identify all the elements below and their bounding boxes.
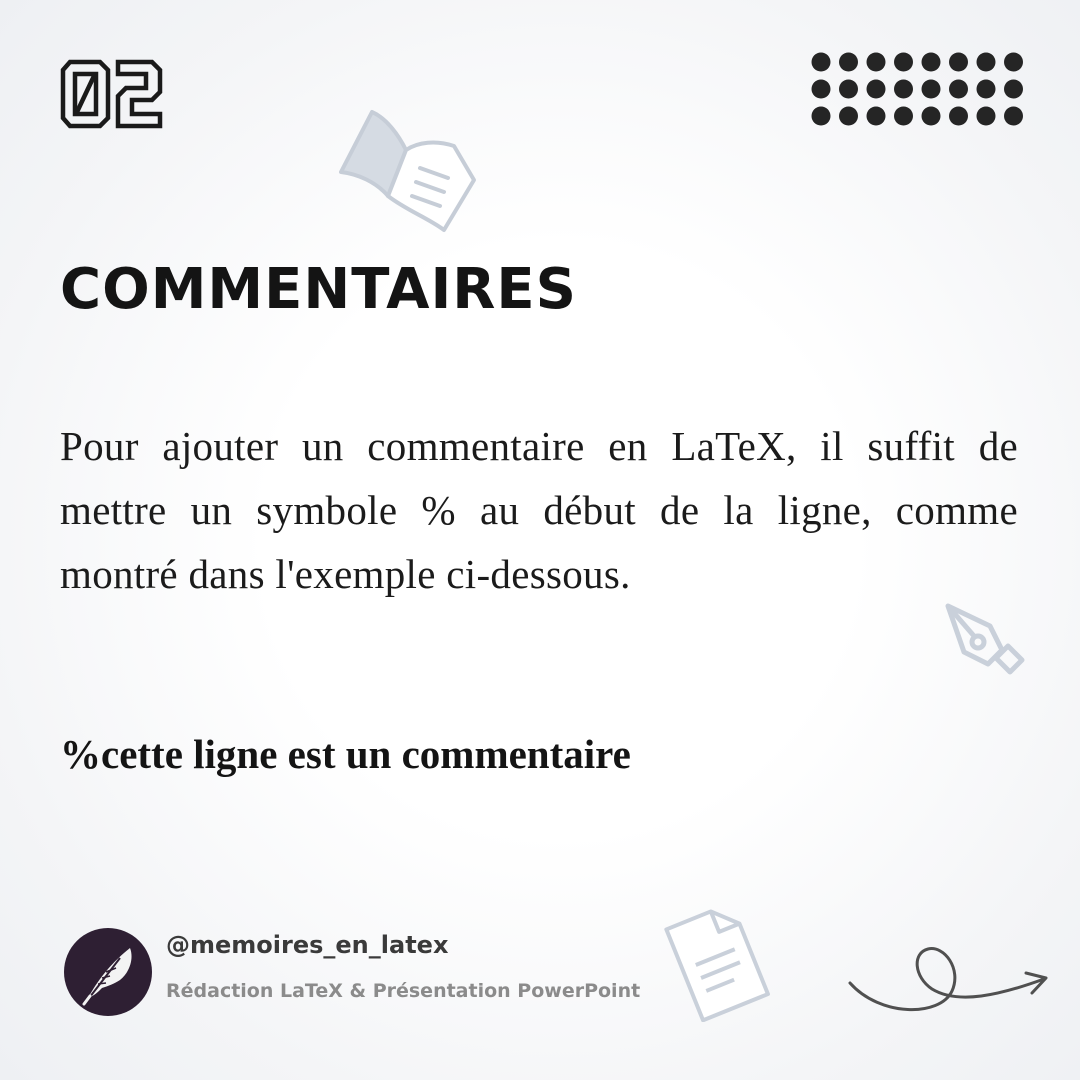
curly-arrow-icon bbox=[848, 947, 1048, 1011]
grid-dot bbox=[1004, 106, 1023, 126]
grid-dot bbox=[921, 52, 941, 72]
grid-dot bbox=[976, 106, 996, 126]
slide-number bbox=[60, 59, 163, 129]
account-handle: @memoires_en_latex bbox=[166, 931, 449, 959]
grid-dot bbox=[921, 79, 941, 99]
grid-dot bbox=[839, 106, 858, 126]
grid-dot bbox=[866, 52, 886, 72]
body-paragraph: Pour ajouter un commentaire en LaTeX, il… bbox=[60, 423, 1018, 597]
grid-dot bbox=[839, 79, 858, 99]
example-comment: %cette ligne est un commentaire bbox=[60, 731, 631, 777]
grid-dot bbox=[976, 79, 996, 99]
feather-icon bbox=[82, 948, 132, 1006]
grid-dot bbox=[866, 79, 886, 99]
grid-dot bbox=[949, 79, 968, 99]
grid-dot bbox=[949, 106, 968, 126]
page-title: COMMENTAIRES bbox=[60, 257, 578, 322]
dot-grid-decoration bbox=[811, 52, 1023, 126]
fountain-pen-icon bbox=[945, 603, 1025, 675]
account-tagline: Rédaction LaTeX & Présentation PowerPoin… bbox=[166, 980, 641, 1002]
avatar bbox=[64, 928, 152, 1016]
grid-dot bbox=[894, 79, 913, 99]
grid-dot bbox=[811, 52, 831, 72]
grid-dot bbox=[949, 52, 968, 72]
open-book-icon bbox=[339, 110, 476, 232]
grid-dot bbox=[976, 52, 996, 72]
grid-dot bbox=[811, 106, 831, 126]
document-icon bbox=[664, 909, 770, 1022]
grid-dot bbox=[866, 106, 886, 126]
grid-dot bbox=[894, 52, 913, 72]
grid-dot bbox=[811, 79, 831, 99]
grid-dot bbox=[894, 106, 913, 126]
grid-dot bbox=[921, 106, 941, 126]
grid-dot bbox=[1004, 52, 1023, 72]
grid-dot bbox=[839, 52, 858, 72]
grid-dot bbox=[1004, 79, 1023, 99]
